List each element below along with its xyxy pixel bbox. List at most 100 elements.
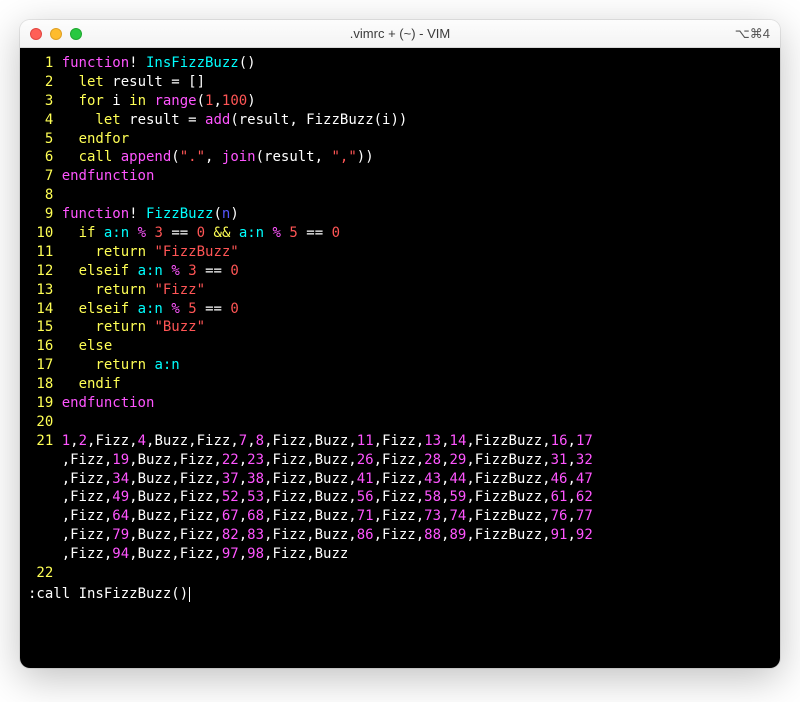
code-content: return "Fizz" bbox=[62, 281, 205, 300]
code-line[interactable]: 10 if a:n % 3 == 0 && a:n % 5 == 0 bbox=[28, 224, 772, 243]
line-number: 20 bbox=[28, 413, 53, 432]
code-token: ( bbox=[171, 149, 179, 165]
minimize-icon[interactable] bbox=[50, 28, 62, 40]
zoom-icon[interactable] bbox=[70, 28, 82, 40]
code-token: "Fizz" bbox=[154, 282, 205, 298]
code-line-wrap[interactable]: ,Fizz,94,Buzz,Fizz,97,98,Fizz,Buzz bbox=[28, 545, 772, 564]
code-line[interactable]: 15 return "Buzz" bbox=[28, 318, 772, 337]
line-number: 13 bbox=[28, 281, 53, 300]
code-token: ( bbox=[213, 206, 221, 222]
code-line[interactable]: 13 return "Fizz" bbox=[28, 281, 772, 300]
code-token: "Buzz" bbox=[154, 319, 205, 335]
code-content: elseif a:n % 5 == 0 bbox=[62, 300, 239, 319]
code-content: elseif a:n % 3 == 0 bbox=[62, 262, 239, 281]
code-line[interactable]: 19endfunction bbox=[28, 394, 772, 413]
code-token: ,Fizz,Buzz, bbox=[264, 508, 357, 524]
code-token: 19 bbox=[112, 452, 129, 468]
code-token: add bbox=[205, 112, 230, 128]
code-token: 62 bbox=[576, 489, 593, 505]
code-token: ,Fizz, bbox=[62, 546, 113, 562]
code-line[interactable]: 16 else bbox=[28, 337, 772, 356]
code-token: ,Fizz,Buzz, bbox=[264, 471, 357, 487]
code-line[interactable]: 7endfunction bbox=[28, 167, 772, 186]
code-line[interactable]: 8 bbox=[28, 186, 772, 205]
code-token: 98 bbox=[247, 546, 264, 562]
code-line-wrap[interactable]: ,Fizz,19,Buzz,Fizz,22,23,Fizz,Buzz,26,Fi… bbox=[28, 451, 772, 470]
code-token: InsFizzBuzz bbox=[138, 55, 239, 71]
code-line[interactable]: 12 elseif a:n % 3 == 0 bbox=[28, 262, 772, 281]
code-token: 31 bbox=[551, 452, 568, 468]
code-line[interactable]: 22 bbox=[28, 564, 772, 583]
code-token: ,Fizz, bbox=[374, 527, 425, 543]
code-token: 73 bbox=[424, 508, 441, 524]
code-line[interactable]: 14 elseif a:n % 5 == 0 bbox=[28, 300, 772, 319]
code-token: return bbox=[95, 282, 146, 298]
code-token: == bbox=[205, 301, 222, 317]
code-content: 1,2,Fizz,4,Buzz,Fizz,7,8,Fizz,Buzz,11,Fi… bbox=[62, 432, 593, 451]
titlebar[interactable]: .vimrc + (~) - VIM ⌥⌘4 bbox=[20, 20, 780, 48]
code-content: let result = [] bbox=[62, 73, 205, 92]
code-token: , bbox=[239, 527, 247, 543]
code-token bbox=[62, 263, 79, 279]
code-token: function bbox=[62, 206, 129, 222]
code-content: ,Fizz,49,Buzz,Fizz,52,53,Fizz,Buzz,56,Fi… bbox=[62, 488, 593, 507]
code-token: a:n bbox=[138, 301, 163, 317]
code-token: in bbox=[129, 93, 146, 109]
code-token: (result, FizzBuzz(i)) bbox=[230, 112, 407, 128]
code-token: 46 bbox=[551, 471, 568, 487]
code-token: ,Buzz,Fizz, bbox=[129, 546, 222, 562]
code-line[interactable]: 4 let result = add(result, FizzBuzz(i)) bbox=[28, 111, 772, 130]
command-line[interactable]: :call InsFizzBuzz() bbox=[28, 585, 772, 604]
code-token bbox=[62, 338, 79, 354]
code-line[interactable]: 20 bbox=[28, 413, 772, 432]
code-content: for i in range(1,100) bbox=[62, 92, 256, 111]
code-token: 44 bbox=[449, 471, 466, 487]
code-token: 52 bbox=[222, 489, 239, 505]
editor-area[interactable]: 1function! InsFizzBuzz()2 let result = [… bbox=[20, 48, 780, 668]
close-icon[interactable] bbox=[30, 28, 42, 40]
wrap-indent bbox=[28, 470, 62, 489]
code-line[interactable]: 9function! FizzBuzz(n) bbox=[28, 205, 772, 224]
code-token: 11 bbox=[357, 433, 374, 449]
code-line-wrap[interactable]: ,Fizz,64,Buzz,Fizz,67,68,Fizz,Buzz,71,Fi… bbox=[28, 507, 772, 526]
code-line-wrap[interactable]: ,Fizz,79,Buzz,Fizz,82,83,Fizz,Buzz,86,Fi… bbox=[28, 526, 772, 545]
code-content: else bbox=[62, 337, 113, 356]
code-token: )) bbox=[357, 149, 374, 165]
code-line-wrap[interactable]: ,Fizz,34,Buzz,Fizz,37,38,Fizz,Buzz,41,Fi… bbox=[28, 470, 772, 489]
code-token: 91 bbox=[551, 527, 568, 543]
line-number: 1 bbox=[28, 54, 53, 73]
code-line[interactable]: 18 endif bbox=[28, 375, 772, 394]
code-token: , bbox=[205, 149, 222, 165]
code-token: 34 bbox=[112, 471, 129, 487]
code-token: let bbox=[79, 74, 104, 90]
code-token: ! bbox=[129, 55, 137, 71]
code-line[interactable]: 6 call append(".", join(result, ",")) bbox=[28, 148, 772, 167]
code-line-wrap[interactable]: ,Fizz,49,Buzz,Fizz,52,53,Fizz,Buzz,56,Fi… bbox=[28, 488, 772, 507]
code-token bbox=[62, 93, 79, 109]
code-token: join bbox=[222, 149, 256, 165]
code-line[interactable]: 3 for i in range(1,100) bbox=[28, 92, 772, 111]
code-line[interactable]: 211,2,Fizz,4,Buzz,Fizz,7,8,Fizz,Buzz,11,… bbox=[28, 432, 772, 451]
code-token: 0 bbox=[197, 225, 205, 241]
code-line[interactable]: 11 return "FizzBuzz" bbox=[28, 243, 772, 262]
code-line[interactable]: 2 let result = [] bbox=[28, 73, 772, 92]
code-line[interactable]: 17 return a:n bbox=[28, 356, 772, 375]
code-token bbox=[62, 149, 79, 165]
code-line[interactable]: 5 endfor bbox=[28, 130, 772, 149]
line-number: 5 bbox=[28, 130, 53, 149]
code-token: 92 bbox=[576, 527, 593, 543]
line-number: 11 bbox=[28, 243, 53, 262]
line-number: 17 bbox=[28, 356, 53, 375]
code-token bbox=[62, 301, 79, 317]
code-token: 0 bbox=[332, 225, 340, 241]
code-token: 97 bbox=[222, 546, 239, 562]
code-token bbox=[180, 301, 188, 317]
code-token: , bbox=[567, 471, 575, 487]
code-token: else bbox=[79, 338, 113, 354]
code-token: let bbox=[95, 112, 120, 128]
code-token: return bbox=[95, 319, 146, 335]
code-token bbox=[197, 112, 205, 128]
code-token: 16 bbox=[551, 433, 568, 449]
code-token: [] bbox=[180, 74, 205, 90]
code-line[interactable]: 1function! InsFizzBuzz() bbox=[28, 54, 772, 73]
